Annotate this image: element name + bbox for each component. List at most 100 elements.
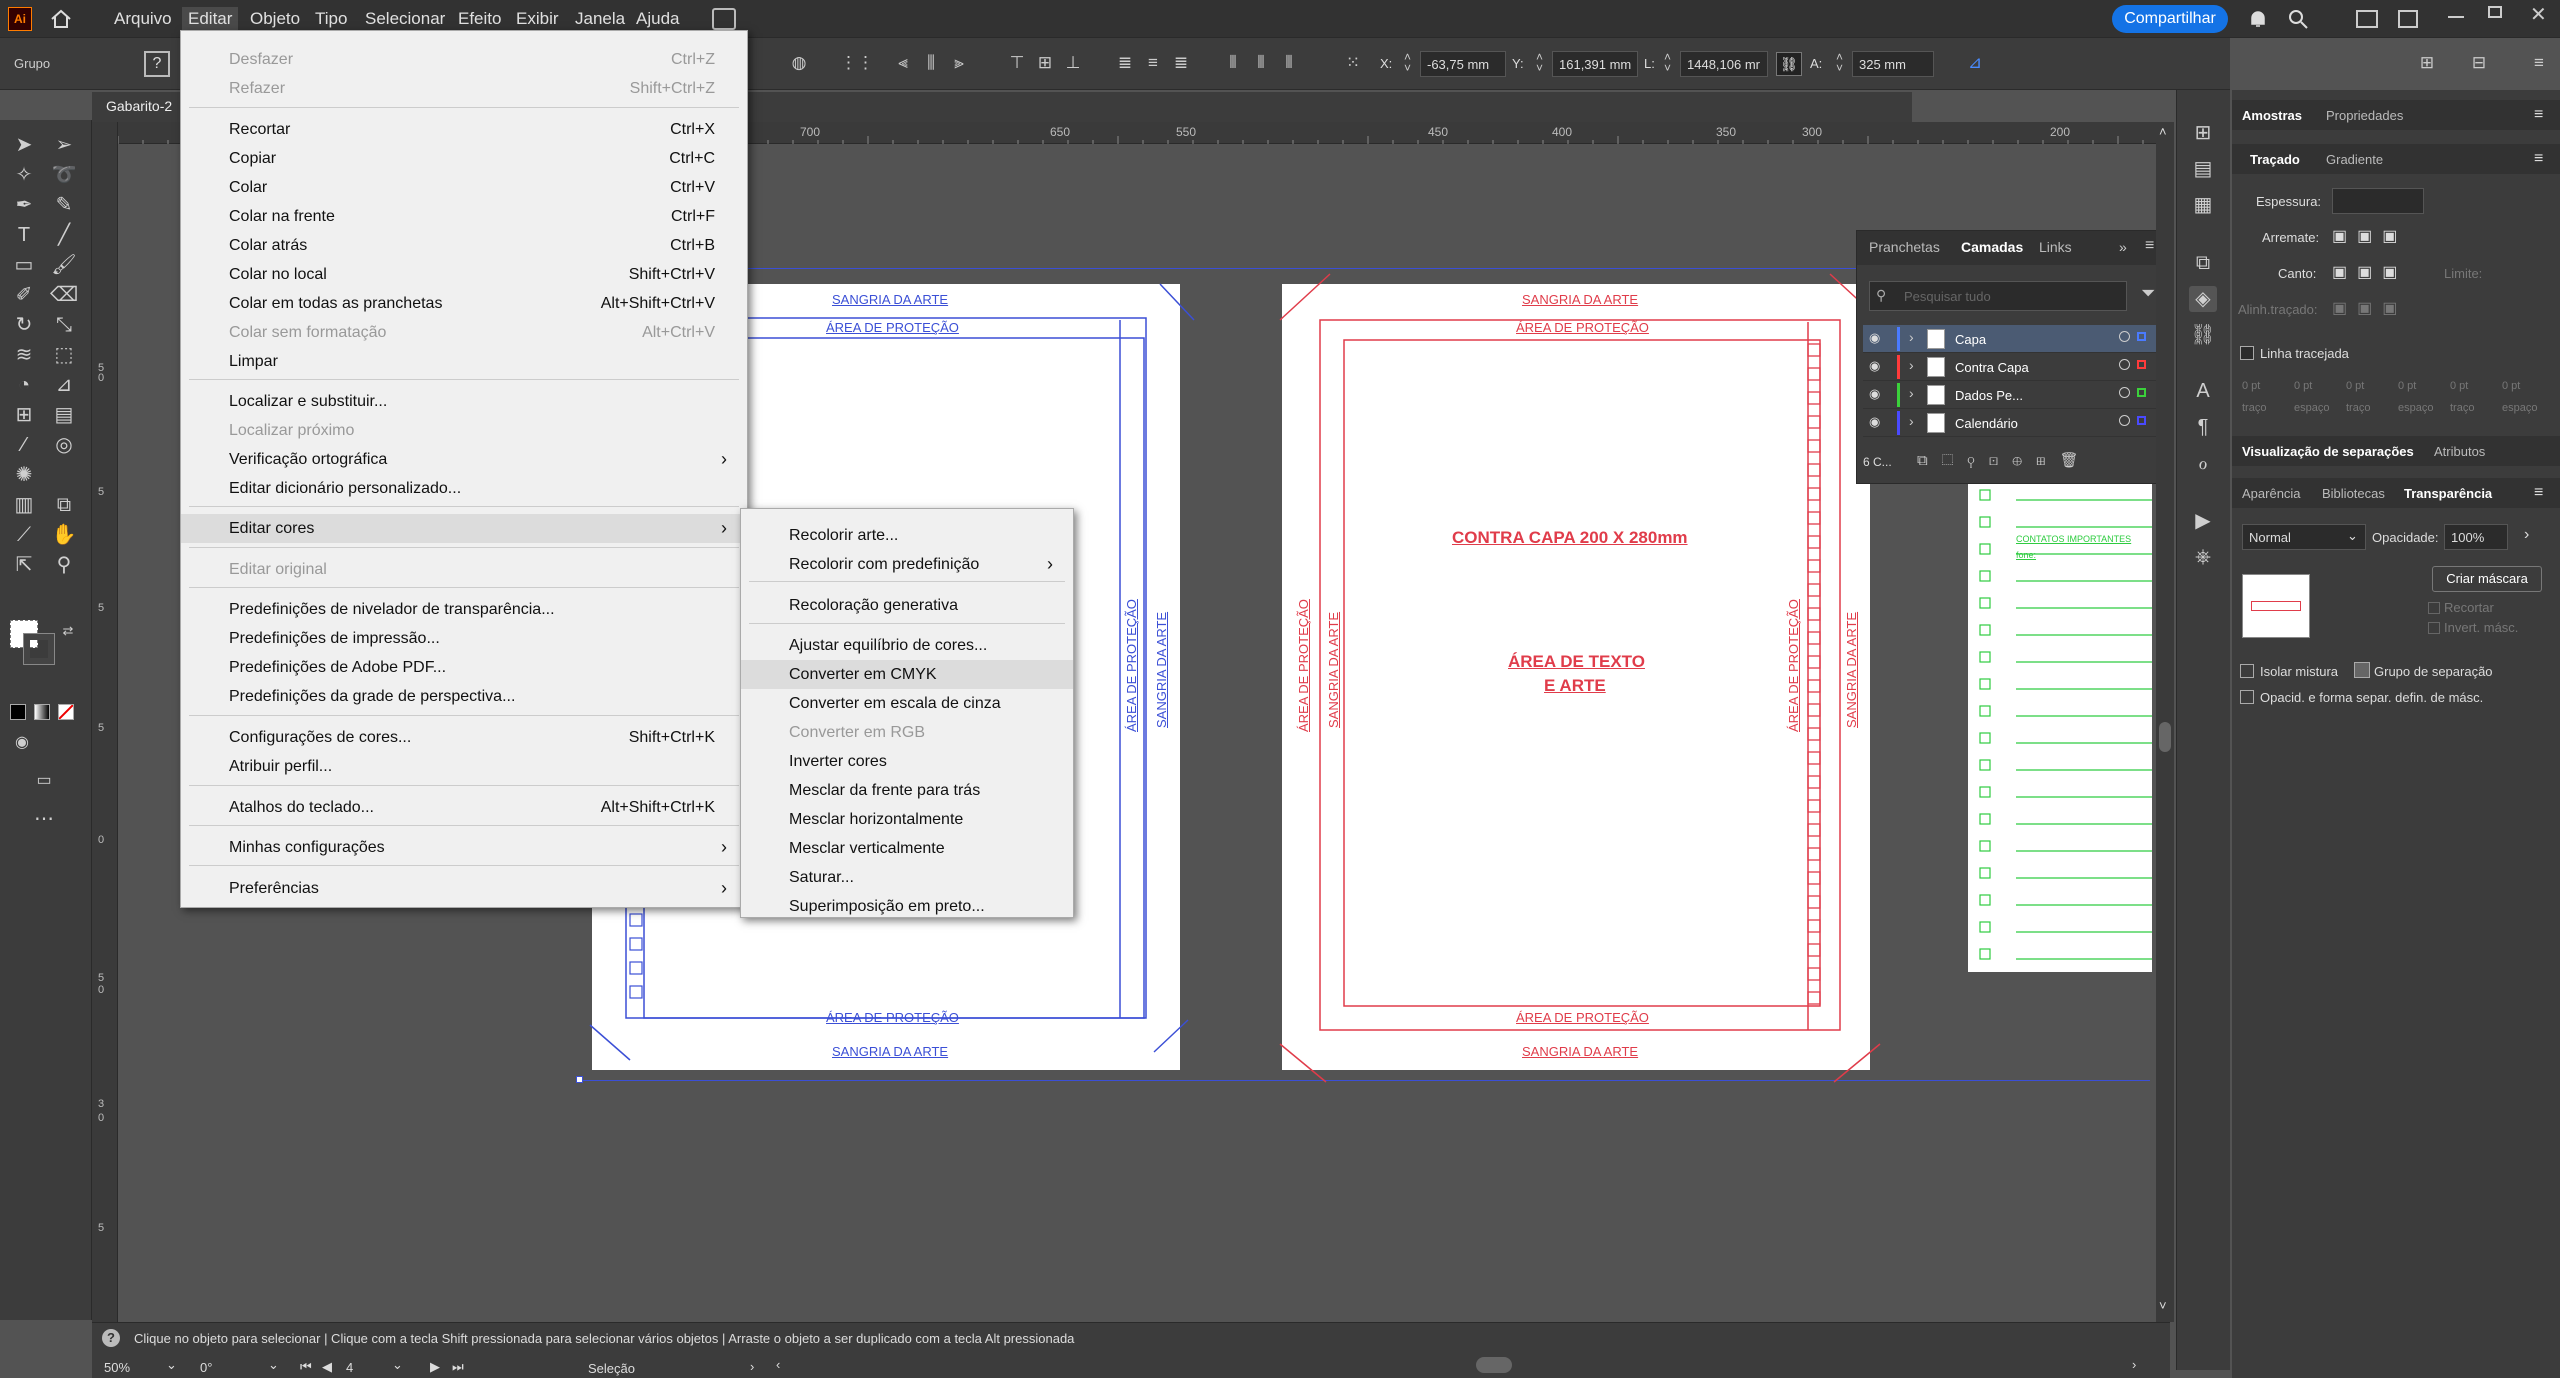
links-panel-icon[interactable]: ⛓	[2189, 322, 2217, 348]
align-right-icon[interactable]: ⫸	[946, 50, 972, 76]
shaper-tool-icon[interactable]: ✐	[10, 282, 38, 308]
blend-tool-icon[interactable]: ◎	[50, 432, 78, 458]
edit-colors-item[interactable]: Ajustar equilíbrio de cores...	[741, 631, 1073, 660]
menu-arquivo[interactable]: Arquivo	[114, 9, 172, 29]
character-panel-icon[interactable]: A	[2189, 378, 2217, 404]
align-middle-icon[interactable]: ⊞	[1032, 50, 1058, 76]
h-stepper-icon[interactable]: ˄ ˅	[1836, 51, 1843, 74]
document-tab[interactable]: Gabarito-2	[106, 98, 172, 114]
distribute-top-icon[interactable]: ≣	[1112, 50, 1138, 76]
eye-icon[interactable]: ◉	[1869, 358, 1880, 374]
w-field[interactable]: 1448,106 mr	[1680, 51, 1768, 77]
minimize-icon[interactable]	[2448, 16, 2464, 18]
w-stepper-icon[interactable]: ˄ ˅	[1664, 51, 1671, 74]
edit-menu-item[interactable]: Predefinições da grade de perspectiva...	[181, 682, 747, 711]
blend-mode-select[interactable]: Normal ⌄	[2242, 524, 2366, 550]
color-mode-icon[interactable]	[10, 704, 26, 720]
asset-export-panel-icon[interactable]: ⎈	[2189, 544, 2217, 570]
tab-layers[interactable]: Camadas	[1961, 239, 2023, 255]
edit-menu-item[interactable]: Colar na frente Ctrl+F	[181, 202, 747, 231]
edit-colors-item[interactable]: Saturar...	[741, 863, 1073, 892]
curvature-tool-icon[interactable]: ✎	[50, 192, 78, 218]
pen-tool-icon[interactable]: ✒	[10, 192, 38, 218]
arrange-icon[interactable]: ⊞	[2414, 50, 2440, 76]
maximize-icon[interactable]	[2488, 6, 2502, 18]
dashed-checkbox[interactable]	[2240, 346, 2254, 360]
swatches-menu-icon[interactable]: ≡	[2534, 106, 2543, 124]
arrange-documents-icon[interactable]	[712, 8, 736, 30]
bell-icon[interactable]	[2246, 7, 2270, 31]
edit-menu-item[interactable]: Verificação ortográfica ›	[181, 445, 747, 474]
hand-tool-icon[interactable]: ✋	[50, 522, 78, 548]
edit-menu-item[interactable]: Atribuir perfil...	[181, 752, 747, 781]
edit-colors-item[interactable]: Mesclar horizontalmente	[741, 805, 1073, 834]
search-layer-icon[interactable]: ⚲	[1967, 452, 1988, 469]
globe-icon[interactable]: ◍	[786, 50, 812, 76]
new-layer-icon[interactable]: ⊞	[2036, 452, 2060, 469]
mesh-tool-icon[interactable]: ⊞	[10, 402, 38, 428]
more-tools-icon[interactable]: ⋯	[30, 806, 58, 832]
width-tool-icon[interactable]: ≋	[10, 342, 38, 368]
selection-color-square[interactable]	[2137, 388, 2146, 397]
tab-swatches[interactable]: Amostras	[2242, 108, 2302, 123]
lasso-tool-icon[interactable]: ➰	[50, 162, 78, 188]
paragraph-panel-icon[interactable]: ¶	[2189, 414, 2217, 440]
layer-row[interactable]: ◉ › Contra Capa	[1863, 353, 2159, 381]
perspective-grid-tool-icon[interactable]: ⊿	[50, 372, 78, 398]
menu-efeito[interactable]: Efeito	[458, 9, 501, 29]
edit-colors-item[interactable]: Mesclar da frente para trás	[741, 776, 1073, 805]
stroke-swatch-icon[interactable]	[23, 633, 55, 665]
prev-artboard-icon[interactable]: ◀	[322, 1359, 332, 1375]
isolate-blending-checkbox[interactable]	[2240, 664, 2254, 678]
y-field[interactable]: 161,391 mm	[1552, 51, 1638, 77]
scroll-right-icon[interactable]: ›	[2132, 1357, 2136, 1372]
target-icon[interactable]	[2119, 415, 2130, 426]
actions-panel-icon[interactable]: ▶	[2189, 508, 2217, 534]
artboard-number-field[interactable]: 4 ⌄	[342, 1357, 408, 1377]
target-icon[interactable]	[2119, 331, 2130, 342]
column-graph-tool-icon[interactable]: ▥	[10, 492, 38, 518]
help-icon[interactable]: ?	[144, 51, 170, 77]
x-stepper-icon[interactable]: ˄ ˅	[1404, 51, 1411, 74]
tab-transparency[interactable]: Transparência	[2404, 486, 2492, 501]
tab-libraries[interactable]: Bibliotecas	[2322, 486, 2385, 501]
distribute-center-icon[interactable]: ⦀	[1248, 50, 1274, 76]
zoom-select[interactable]: 50% ⌄	[100, 1357, 184, 1377]
distribute-middle-icon[interactable]: ≡	[1140, 50, 1166, 76]
edit-menu-item[interactable]: Colar atrás Ctrl+B	[181, 231, 747, 260]
collect-icon[interactable]: ⊡	[1989, 452, 2013, 469]
arrange-tool-icon[interactable]: ⇱	[10, 552, 38, 578]
y-stepper-icon[interactable]: ˄ ˅	[1536, 51, 1543, 74]
search-icon[interactable]	[2286, 7, 2310, 31]
edit-colors-item[interactable]: Inverter cores	[741, 747, 1073, 776]
edit-colors-item[interactable]: Mesclar verticalmente	[741, 834, 1073, 863]
rotation-select[interactable]: 0° ⌄	[196, 1357, 286, 1377]
draw-mode-icon[interactable]: ◉	[8, 730, 36, 756]
slice-tool-icon[interactable]: ⟋	[10, 522, 38, 548]
shape-builder-tool-icon[interactable]: ◔	[10, 372, 38, 398]
layer-row[interactable]: ◉ › Capa	[1863, 325, 2159, 353]
target-icon[interactable]	[2119, 359, 2130, 370]
workspace-icon[interactable]	[2356, 10, 2378, 28]
free-transform-tool-icon[interactable]: ⬚	[50, 342, 78, 368]
gradient-mode-icon[interactable]	[34, 704, 50, 720]
scale-tool-icon[interactable]: ⤡	[50, 312, 78, 338]
distribute-left-icon[interactable]: ⦀	[1220, 50, 1246, 76]
opacity-field[interactable]: 100%	[2444, 524, 2508, 550]
artboard-tool-icon[interactable]: ⧉	[50, 492, 78, 518]
edit-menu-item[interactable]: Localizar e substituir...	[181, 387, 747, 416]
menu-editar[interactable]: Editar	[182, 7, 239, 31]
eye-icon[interactable]: ◉	[1869, 414, 1880, 430]
constrain-link-icon[interactable]: ⛓	[1776, 52, 1802, 76]
chevron-right-icon[interactable]: ›	[1909, 357, 1914, 373]
opentype-panel-icon[interactable]: ℴ	[2189, 450, 2217, 476]
align-top-icon[interactable]: ⊤	[1004, 50, 1030, 76]
menu-tipo[interactable]: Tipo	[315, 9, 347, 29]
target-icon[interactable]	[2119, 387, 2130, 398]
line-tool-icon[interactable]: ╱	[50, 222, 78, 248]
tab-stroke[interactable]: Traçado	[2250, 152, 2300, 167]
stroke-menu-icon[interactable]: ≡	[2534, 150, 2543, 168]
layer-row[interactable]: ◉ › Calendário	[1863, 409, 2159, 437]
rotate-tool-icon[interactable]: ↻	[10, 312, 38, 338]
edit-menu-item[interactable]: Colar Ctrl+V	[181, 173, 747, 202]
